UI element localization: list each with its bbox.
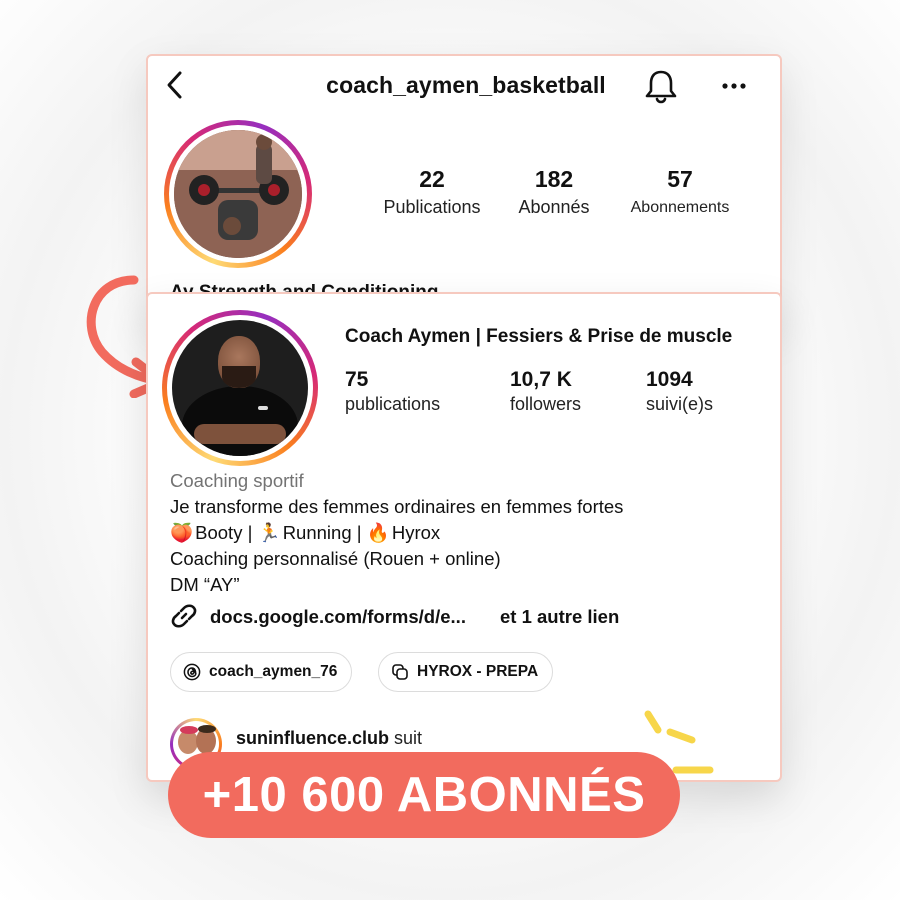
more-horizontal-icon[interactable] (718, 70, 750, 102)
profile-topbar: coach_aymen_basketball (148, 56, 780, 116)
followed-by-text: suninfluence.club suit (236, 728, 422, 749)
gym-photo (174, 130, 302, 258)
stat-label: Abonnés (518, 197, 590, 217)
bio-line: Je transforme des femmes ordinaires en f… (170, 496, 624, 517)
stat-value: 1094 (646, 368, 693, 391)
bio-tag: Booty | (195, 522, 258, 543)
runner-emoji-icon: 🏃 (257, 522, 281, 543)
highlight-chip[interactable]: HYROX - PREPA (378, 652, 554, 692)
bell-icon[interactable] (642, 66, 680, 106)
follower-account[interactable]: suninfluence.club (236, 728, 389, 748)
highlight-icon (392, 664, 408, 680)
stat-posts[interactable]: 22 Publications (376, 166, 488, 218)
stat-value: 182 (534, 166, 574, 192)
bio-line: DM “AY” (170, 574, 240, 595)
stat-label: Abonnements (630, 199, 730, 216)
stat-label: publications (345, 394, 441, 414)
link-url[interactable]: docs.google.com/forms/d/e... (210, 606, 466, 628)
stat-posts[interactable]: 75 publications (345, 368, 440, 415)
fire-emoji-icon: 🔥 (366, 522, 390, 543)
stat-label: followers (510, 394, 582, 414)
stat-value: 57 (667, 166, 693, 192)
stat-value: 75 (345, 368, 369, 391)
stat-label: Publications (383, 197, 481, 217)
chip-label: coach_aymen_76 (209, 663, 338, 680)
profile-bio: Coaching sportif Je transforme des femme… (170, 468, 623, 598)
chip-label: HYROX - PREPA (417, 663, 539, 680)
coach-photo (172, 320, 308, 456)
profile-category: Coaching sportif (170, 470, 304, 491)
stage: coach_aymen_basketball 22 Publications 1… (0, 0, 900, 900)
old-profile-card: coach_aymen_basketball 22 Publications 1… (146, 54, 782, 324)
growth-badge: +10 600 ABONNÉS (168, 752, 680, 838)
bio-line-tags: 🍑 Booty | 🏃 Running | 🔥 Hyrox (170, 520, 623, 546)
link-icon (171, 604, 197, 628)
profile-username: coach_aymen_basketball (326, 72, 606, 98)
bio-tag: Hyrox (391, 522, 441, 543)
link-more[interactable]: et 1 autre lien (500, 606, 619, 628)
stat-following[interactable]: 57 Abonnements (618, 166, 742, 217)
threads-icon (183, 663, 201, 681)
bio-line: Coaching personnalisé (Rouen + online) (170, 548, 501, 569)
stat-following[interactable]: 1094 suivi(e)s (646, 368, 713, 415)
bio-tag: Running | (282, 522, 367, 543)
threads-chip[interactable]: coach_aymen_76 (170, 652, 353, 692)
stat-value: 10,7 K (510, 368, 572, 391)
stat-followers[interactable]: 182 Abonnés (502, 166, 606, 218)
stat-followers[interactable]: 10,7 K followers (510, 368, 581, 415)
profile-display-name: Coach Aymen | Fessiers & Prise de muscle (345, 326, 733, 347)
peach-emoji-icon: 🍑 (170, 522, 194, 543)
followed-suffix: suit (394, 728, 423, 748)
stat-value: 22 (419, 166, 445, 192)
stat-label: suivi(e)s (646, 394, 714, 414)
old-profile-avatar[interactable] (164, 120, 312, 268)
new-profile-avatar[interactable] (162, 310, 318, 466)
